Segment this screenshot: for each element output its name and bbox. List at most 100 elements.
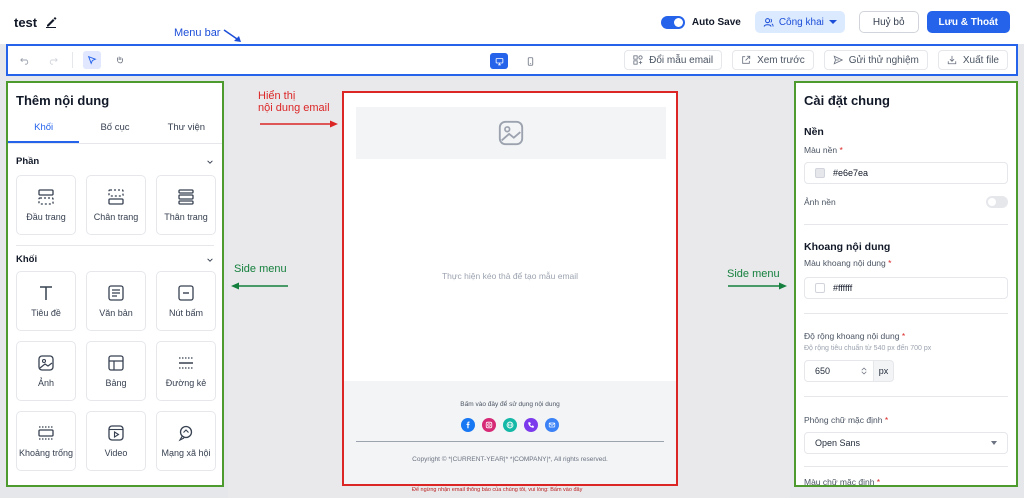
email-content-annotation-line1: Hiển thị: [258, 90, 296, 102]
block-button-label: Nút bấm: [168, 308, 203, 318]
phone-icon[interactable]: [524, 418, 538, 432]
email-content-annotation: Hiển thị nội dung email: [258, 90, 330, 114]
tab-blocks[interactable]: Khối: [8, 122, 80, 143]
content-color-swatch[interactable]: [815, 283, 825, 293]
visibility-dropdown[interactable]: Công khai: [754, 11, 845, 33]
width-unit: px: [874, 360, 894, 382]
redo-icon[interactable]: [44, 51, 62, 69]
width-label: Độ rộng khoang nội dung *: [804, 331, 1008, 341]
video-icon: [108, 425, 124, 441]
tab-layout[interactable]: Bố cục: [79, 122, 150, 143]
content-tabs: Khối Bố cục Thư viện: [8, 122, 222, 144]
preview-label: Xem trước: [757, 54, 805, 66]
hand-pan-icon[interactable]: [111, 51, 129, 69]
block-social-tile[interactable]: Mạng xã hội: [156, 411, 216, 471]
parts-section-title: Phần: [16, 156, 40, 167]
block-divider-tile[interactable]: Đường kẻ: [156, 341, 216, 401]
footer-cta-text[interactable]: Bấm vào đây để sử dụng nội dung: [344, 401, 676, 408]
email-content-area[interactable]: Thực hiện kéo thả để tạo mẫu email Bấm v…: [342, 91, 678, 486]
email-content-annotation-line2: nội dung email: [258, 102, 330, 114]
tab-library[interactable]: Thư viện: [151, 122, 222, 143]
font-label-text: Phông chữ mặc định: [804, 415, 883, 425]
block-video-label: Video: [104, 448, 128, 458]
export-label: Xuất file: [962, 54, 999, 66]
part-header-tile[interactable]: Đầu trang: [16, 175, 76, 235]
autosave-toggle[interactable]: [660, 15, 685, 29]
image-placeholder-block[interactable]: [356, 107, 666, 159]
width-value-field[interactable]: 650: [804, 360, 874, 382]
block-button-tile[interactable]: Nút bấm: [156, 271, 216, 331]
font-select[interactable]: Open Sans: [804, 432, 1008, 454]
email-icon[interactable]: [545, 418, 559, 432]
blocks-section-header[interactable]: Khối: [8, 254, 222, 265]
body-layout-icon: [178, 189, 194, 205]
left-side-menu: Thêm nội dung Khối Bố cục Thư viện Phần …: [6, 81, 224, 487]
part-header-label: Đầu trang: [26, 212, 66, 222]
change-template-label: Đổi mẫu email: [649, 54, 714, 66]
block-image-tile[interactable]: Ảnh: [16, 341, 76, 401]
send-test-button[interactable]: Gửi thử nghiệm: [823, 50, 928, 70]
section-divider: [16, 245, 214, 246]
parts-grid: Đầu trang Chân trang Thân trang: [8, 175, 222, 235]
block-table-tile[interactable]: Bảng: [86, 341, 146, 401]
menu-bar-annotation-text: Menu bar: [174, 27, 221, 39]
website-globe-icon[interactable]: [503, 418, 517, 432]
bg-color-label: Màu nền *: [804, 145, 1008, 155]
pencil-icon[interactable]: [45, 16, 57, 28]
image-icon: [38, 355, 54, 371]
bg-color-input[interactable]: #e6e7ea: [804, 162, 1008, 184]
block-video-tile[interactable]: Video: [86, 411, 146, 471]
width-hint: Độ rộng tiêu chuẩn từ 540 px đến 700 px: [804, 345, 932, 352]
block-text-label: Văn bản: [99, 308, 133, 318]
block-heading-tile[interactable]: Tiêu đề: [16, 271, 76, 331]
part-footer-label: Chân trang: [93, 212, 139, 222]
bg-color-value: #e6e7ea: [833, 168, 869, 178]
drop-zone-placeholder: Thực hiện kéo thả để tạo mẫu email: [441, 271, 579, 281]
pointer-select-icon[interactable]: [83, 51, 101, 69]
required-mark: *: [901, 331, 906, 341]
right-side-menu: Cài đặt chung Nền Màu nền * #e6e7ea Ảnh …: [794, 81, 1018, 487]
cancel-button[interactable]: Huỷ bỏ: [858, 11, 919, 33]
bg-color-swatch[interactable]: [815, 168, 825, 178]
save-exit-button[interactable]: Lưu & Thoát: [926, 11, 1010, 33]
chevron-down-icon: [991, 441, 997, 445]
mobile-view-icon[interactable]: [522, 53, 538, 69]
width-number-input[interactable]: 650 px: [804, 360, 894, 382]
background-section-title: Nền: [804, 126, 824, 138]
top-header: test Auto Save Công khai Huỷ bỏ Lưu & Th…: [0, 0, 1024, 44]
stepper-icon[interactable]: [861, 366, 867, 376]
block-image-label: Ảnh: [37, 378, 54, 388]
settings-divider: [804, 466, 1008, 467]
download-icon: [947, 55, 957, 65]
content-color-value: #ffffff: [833, 283, 853, 293]
paragraph-icon: [108, 285, 124, 301]
bg-color-label-text: Màu nền: [804, 145, 838, 155]
preview-button[interactable]: Xem trước: [732, 50, 814, 70]
parts-section-header[interactable]: Phần: [8, 156, 222, 167]
desktop-view-icon[interactable]: [490, 53, 508, 69]
unsubscribe-text[interactable]: Để ngừng nhận email thông báo của chúng …: [412, 487, 582, 493]
font-value: Open Sans: [815, 438, 861, 448]
block-heading-label: Tiêu đề: [31, 308, 61, 318]
block-text-tile[interactable]: Văn bản: [86, 271, 146, 331]
template-icon: [633, 55, 643, 65]
instagram-icon[interactable]: [482, 418, 496, 432]
content-color-input[interactable]: #ffffff: [804, 277, 1008, 299]
social-network-icon: [178, 425, 193, 442]
facebook-icon[interactable]: [461, 418, 475, 432]
footer-layout-icon: [108, 189, 124, 205]
right-side-menu-annotation: Side menu: [727, 268, 780, 280]
part-body-tile[interactable]: Thân trang: [156, 175, 216, 235]
undo-icon[interactable]: [16, 51, 34, 69]
email-footer-block[interactable]: Bấm vào đây để sử dụng nội dung Copyrigh…: [344, 381, 676, 484]
part-footer-tile[interactable]: Chân trang: [86, 175, 146, 235]
external-link-icon: [742, 55, 751, 64]
divider-line-icon: [179, 357, 193, 369]
block-spacer-tile[interactable]: Khoảng trống: [16, 411, 76, 471]
chevron-down-icon: [207, 257, 213, 262]
export-button[interactable]: Xuất file: [937, 50, 1008, 70]
content-color-label: Màu khoang nội dung *: [804, 258, 1008, 268]
change-template-button[interactable]: Đổi mẫu email: [624, 50, 723, 70]
settings-divider: [804, 313, 1008, 314]
bg-image-toggle[interactable]: [986, 196, 1008, 208]
